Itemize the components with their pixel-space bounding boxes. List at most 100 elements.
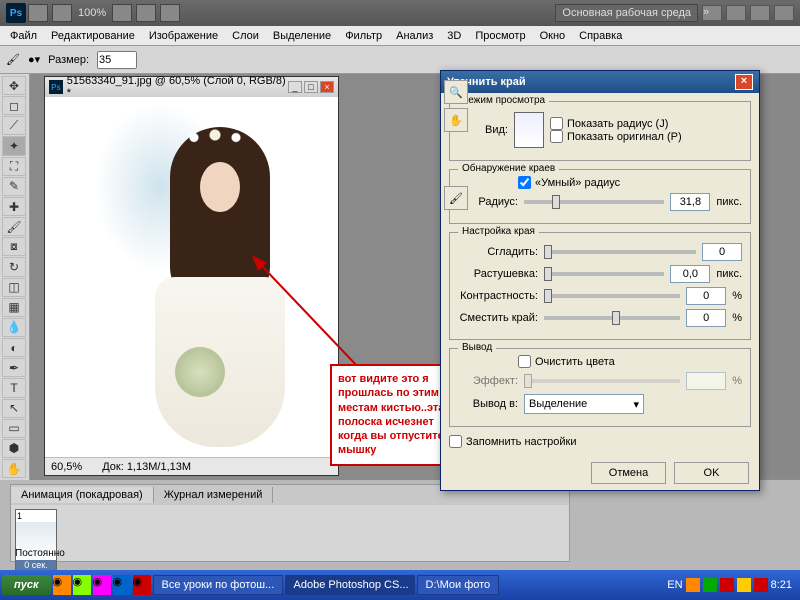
healing-tool-icon[interactable]: ✚ [2, 197, 26, 216]
contrast-slider[interactable] [544, 294, 680, 298]
brush-preset-icon[interactable]: ●▾ [28, 53, 40, 66]
right-panels[interactable] [760, 74, 800, 474]
maximize-button[interactable] [750, 5, 770, 21]
show-original-checkbox[interactable] [550, 130, 563, 143]
screen-mode-icon[interactable] [160, 4, 180, 22]
refine-brush-icon[interactable]: 🖌 [444, 186, 468, 210]
hand-tool-icon[interactable] [112, 4, 132, 22]
task-explorer[interactable]: D:\Мои фото [417, 575, 500, 595]
view-thumbnail[interactable] [514, 112, 544, 148]
marquee-tool-icon[interactable]: ◻ [2, 96, 26, 115]
start-button[interactable]: пуск [2, 575, 51, 595]
launch-mb-icon[interactable] [52, 4, 72, 22]
eraser-tool-icon[interactable]: ◫ [2, 278, 26, 297]
show-radius-checkbox[interactable] [550, 117, 563, 130]
task-photoshop[interactable]: Adobe Photoshop CS... [285, 575, 415, 595]
cancel-button[interactable]: Отмена [591, 462, 666, 484]
app-logo: Ps [6, 3, 26, 23]
ql-icon[interactable]: ◉ [113, 575, 131, 595]
history-brush-icon[interactable]: ↻ [2, 257, 26, 276]
arrange-icon[interactable] [136, 4, 156, 22]
doc-minimize-button[interactable]: _ [288, 81, 302, 93]
path-tool-icon[interactable]: ↖ [2, 399, 26, 418]
brush-icon[interactable]: 🖌 [6, 53, 20, 66]
tray-icon[interactable] [720, 578, 734, 592]
loop-selector[interactable]: Постоянно [15, 548, 65, 559]
edge-detection-legend: Обнаружение краев [458, 163, 559, 174]
amount-slider [524, 379, 680, 383]
doc-zoom[interactable]: 60,5% [51, 461, 82, 473]
3d-tool-icon[interactable]: ⬢ [2, 439, 26, 458]
output-to-select[interactable]: Выделение▾ [524, 394, 644, 414]
launch-bridge-icon[interactable] [28, 4, 48, 22]
eyedropper-tool-icon[interactable]: ✎ [2, 177, 26, 196]
minimize-button[interactable] [726, 5, 746, 21]
quick-select-tool-icon[interactable]: ✦ [2, 136, 26, 155]
blur-tool-icon[interactable]: 💧 [2, 318, 26, 337]
menu-layer[interactable]: Слои [226, 28, 265, 44]
animation-frame[interactable]: 1 0 сек. [15, 509, 57, 571]
zoom-level[interactable]: 100% [78, 7, 106, 19]
hand-tool-icon[interactable]: ✋ [2, 459, 26, 478]
lang-indicator[interactable]: EN [667, 579, 682, 591]
shift-input[interactable] [686, 309, 726, 327]
smart-radius-checkbox[interactable] [518, 176, 531, 189]
tray-icon[interactable] [754, 578, 768, 592]
menu-file[interactable]: Файл [4, 28, 43, 44]
tab-animation[interactable]: Анимация (покадровая) [11, 487, 154, 503]
workspace-switcher[interactable]: Основная рабочая среда [555, 4, 698, 22]
feather-slider[interactable] [544, 272, 664, 276]
dodge-tool-icon[interactable]: ◐ [2, 338, 26, 357]
contrast-input[interactable] [686, 287, 726, 305]
close-button[interactable] [774, 5, 794, 21]
menu-analysis[interactable]: Анализ [390, 28, 439, 44]
menu-select[interactable]: Выделение [267, 28, 337, 44]
canvas[interactable] [45, 97, 338, 457]
smooth-input[interactable] [702, 243, 742, 261]
smooth-slider[interactable] [544, 250, 696, 254]
collapse-icon[interactable]: » [702, 5, 722, 21]
menu-window[interactable]: Окно [534, 28, 572, 44]
taskbar: пуск ◉ ◉ ◉ ◉ ◉ Все уроки по фотош... Ado… [0, 570, 800, 600]
tab-measurement-log[interactable]: Журнал измерений [154, 487, 274, 503]
ok-button[interactable]: OK [674, 462, 749, 484]
document-window: Ps 51563340_91.jpg @ 60,5% (Слой 0, RGB/… [44, 76, 339, 476]
feather-input[interactable] [670, 265, 710, 283]
doc-close-button[interactable]: × [320, 81, 334, 93]
menu-help[interactable]: Справка [573, 28, 628, 44]
move-tool-icon[interactable]: ✥ [2, 76, 26, 95]
tray-icon[interactable] [703, 578, 717, 592]
task-browser[interactable]: Все уроки по фотош... [153, 575, 283, 595]
size-input[interactable] [97, 51, 137, 69]
ql-icon[interactable]: ◉ [73, 575, 91, 595]
ql-icon[interactable]: ◉ [93, 575, 111, 595]
gradient-tool-icon[interactable]: ▦ [2, 298, 26, 317]
type-tool-icon[interactable]: T [2, 378, 26, 397]
tray-icon[interactable] [737, 578, 751, 592]
brush-tool-icon[interactable]: 🖌 [2, 217, 26, 236]
menu-filter[interactable]: Фильтр [339, 28, 388, 44]
tray-icon[interactable] [686, 578, 700, 592]
shift-slider[interactable] [544, 316, 680, 320]
ql-icon[interactable]: ◉ [133, 575, 151, 595]
remember-settings-checkbox[interactable] [449, 435, 462, 448]
radius-slider[interactable] [524, 200, 664, 204]
crop-tool-icon[interactable]: ⛶ [2, 157, 26, 176]
shape-tool-icon[interactable]: ▭ [2, 419, 26, 438]
zoom-tool-icon[interactable]: 🔍 [444, 80, 468, 104]
menu-view[interactable]: Просмотр [469, 28, 531, 44]
doc-maximize-button[interactable]: □ [304, 81, 318, 93]
pen-tool-icon[interactable]: ✒ [2, 358, 26, 377]
decontaminate-checkbox[interactable] [518, 355, 531, 368]
menu-image[interactable]: Изображение [143, 28, 224, 44]
radius-input[interactable] [670, 193, 710, 211]
ql-icon[interactable]: ◉ [53, 575, 71, 595]
amount-input [686, 372, 726, 390]
stamp-tool-icon[interactable]: ⧇ [2, 237, 26, 256]
menu-edit[interactable]: Редактирование [45, 28, 141, 44]
lasso-tool-icon[interactable]: ⟋ [2, 116, 26, 135]
clock[interactable]: 8:21 [771, 579, 792, 591]
hand-nav-icon[interactable]: ✋ [444, 108, 468, 132]
menu-3d[interactable]: 3D [441, 28, 467, 44]
dialog-close-button[interactable]: × [735, 74, 753, 90]
